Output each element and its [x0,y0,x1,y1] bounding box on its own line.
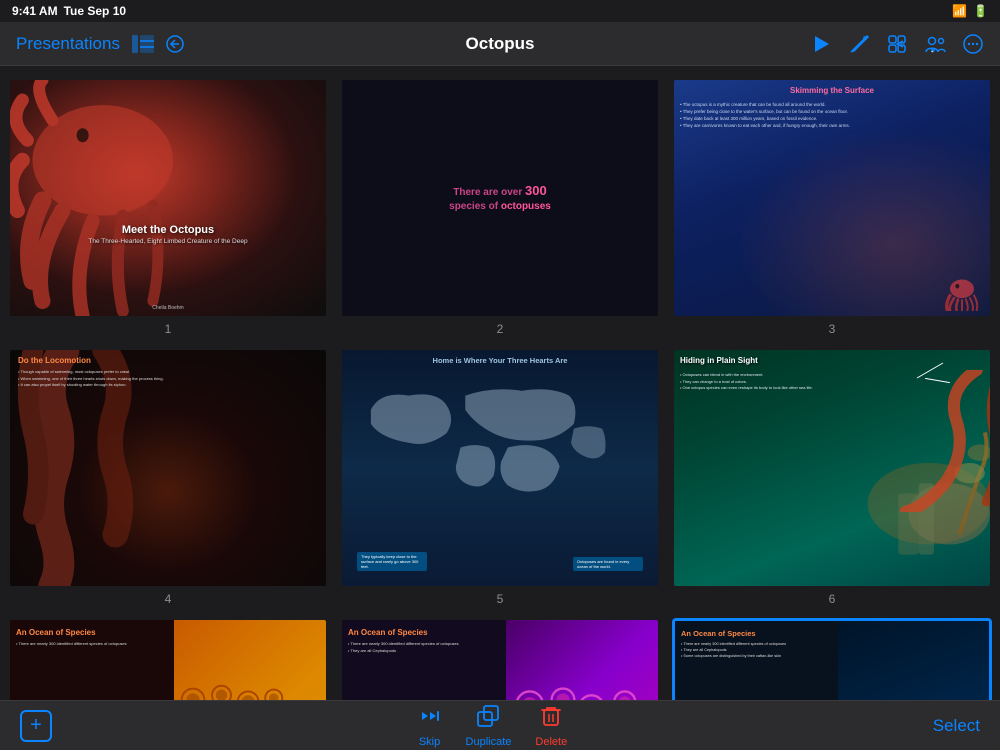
slide-item-6[interactable]: Hiding in Plain Sight • Octopuses can bl… [672,348,992,606]
slide-thumb-4[interactable]: Do the Locomotion • Though capable of sw… [8,348,328,588]
back-button[interactable]: Presentations [16,34,120,54]
battery-icon: 🔋 [973,4,988,18]
slide-thumb-8[interactable]: An Ocean of Species • There are nearly 3… [340,618,660,700]
slide-7-title: An Ocean of Species [16,628,168,637]
slide-5-box2: Octopuses are found in every ocean of th… [573,557,643,571]
collaborate-button[interactable]: + [924,33,946,55]
slides-container[interactable]: Meet the Octopus The Three-Hearted, Eigh… [0,66,1000,700]
slide-number-4: 4 [165,592,172,606]
slide-4-b2: • When swimming, one of their three hear… [18,376,318,381]
delete-label: Delete [535,736,567,748]
presentation-title: Octopus [466,34,535,54]
slide-5-title: Home is Where Your Three Hearts Are [342,356,658,365]
slide-number-5: 5 [497,592,504,606]
share-button[interactable] [886,33,908,55]
status-bar: 9:41 AM Tue Sep 10 📶 🔋 [0,0,1000,22]
slide-item-9[interactable]: An Ocean of Species • There are nearly 3… [672,618,992,700]
slide-4-title: Do the Locomotion [18,356,318,365]
more-options-button[interactable] [962,33,984,55]
slide-3-bullet-1: • The octopus is a mythic creature that … [680,102,984,107]
slide-item-1[interactable]: Meet the Octopus The Three-Hearted, Eigh… [8,78,328,336]
status-day: Tue Sep 10 [64,4,126,18]
slide-thumb-2[interactable]: There are over 300species of octopuses [340,78,660,318]
wifi-icon: 📶 [952,4,967,18]
skip-label: Skip [419,736,440,748]
slide-number-2: 2 [497,322,504,336]
slide-6-b2: • They can change to a host of colors. [680,379,832,384]
top-bar: Presentations Octopus [0,22,1000,66]
slide-9-b2: • They are all Cephalopods [681,648,832,652]
bottom-left: + [20,710,52,742]
slide-9-b3: • Some octopuses are distinguished by th… [681,654,832,658]
duplicate-button[interactable]: Duplicate [466,704,512,748]
slide-8-b1: • There are nearly 300 identified differ… [348,641,500,646]
pen-tool-button[interactable] [848,33,870,55]
slide-thumb-7[interactable]: An Ocean of Species • There are nearly 3… [8,618,328,700]
slide-number-1: 1 [165,322,172,336]
slide-1-subtitle: The Three-Hearted, Eight Limbed Creature… [26,238,310,245]
slide-8-b2: • They are all Cephalopods [348,648,500,653]
slide-6-b1: • Octopuses can blend in with the enviro… [680,372,832,377]
duplicate-icon [476,704,500,734]
top-bar-left: Presentations [16,34,184,54]
play-button[interactable] [810,33,832,55]
slide-3-title: Skimming the Surface [674,86,990,95]
slide-7-b1: • There are nearly 300 identified differ… [16,641,168,646]
slide-1-title: Meet the Octopus [26,224,310,236]
slides-grid: Meet the Octopus The Three-Hearted, Eigh… [8,78,992,700]
slide-item-4[interactable]: Do the Locomotion • Though capable of sw… [8,348,328,606]
bottom-bar: + Skip Duplicate [0,700,1000,750]
slide-9-title: An Ocean of Species [681,629,832,638]
add-slide-button[interactable]: + [20,710,52,742]
slide-3-bullet-3: • They date back at least 300 million ye… [680,116,984,121]
slide-4-b1: • Though capable of swimming, most octop… [18,369,318,374]
bottom-center-actions: Skip Duplicate Delete [418,704,568,748]
add-icon: + [30,714,42,737]
back-arrow-button[interactable] [166,35,184,53]
duplicate-label: Duplicate [466,736,512,748]
skip-icon [418,704,442,734]
slide-thumb-9[interactable]: An Ocean of Species • There are nearly 3… [672,618,992,700]
delete-button[interactable]: Delete [535,704,567,748]
skip-button[interactable]: Skip [418,704,442,748]
trash-icon [539,704,563,734]
slide-item-3[interactable]: Skimming the Surface • The octopus is a … [672,78,992,336]
slide-thumb-1[interactable]: Meet the Octopus The Three-Hearted, Eigh… [8,78,328,318]
slide-number-6: 6 [829,592,836,606]
slide-item-5[interactable]: Home is Where Your Three Hearts Are They… [340,348,660,606]
slide-5-box1: They typically keep close to the surface… [357,552,427,571]
slide-thumb-6[interactable]: Hiding in Plain Sight • Octopuses can bl… [672,348,992,588]
slide-item-8[interactable]: An Ocean of Species • There are nearly 3… [340,618,660,700]
select-button[interactable]: Select [933,716,980,736]
slide-9-b1: • There are nearly 300 identified differ… [681,642,832,646]
status-time: 9:41 AM [12,4,58,18]
slide-3-bullet-4: • They are carnivores known to eat each … [680,123,984,128]
status-left: 9:41 AM Tue Sep 10 [12,4,126,18]
slide-8-title: An Ocean of Species [348,628,500,637]
slide-2-text: There are over 300species of octopuses [449,182,551,214]
slide-number-3: 3 [829,322,836,336]
slide-thumb-3[interactable]: Skimming the Surface • The octopus is a … [672,78,992,318]
sidebar-toggle-button[interactable] [132,35,154,53]
status-right: 📶 🔋 [952,4,988,18]
bottom-right: Select [933,716,980,736]
top-bar-right: + [810,33,984,55]
slide-3-bullet-2: • They prefer being close to the water's… [680,109,984,114]
slide-thumb-5[interactable]: Home is Where Your Three Hearts Are They… [340,348,660,588]
slide-6-b3: • One octopus species can even reshape i… [680,385,832,390]
slide-item-2[interactable]: There are over 300species of octopuses 2 [340,78,660,336]
slide-item-7[interactable]: An Ocean of Species • There are nearly 3… [8,618,328,700]
slide-4-b3: • It can also propel itself by shooting … [18,382,318,387]
slide-1-author: Cheila Boehm [10,305,326,311]
